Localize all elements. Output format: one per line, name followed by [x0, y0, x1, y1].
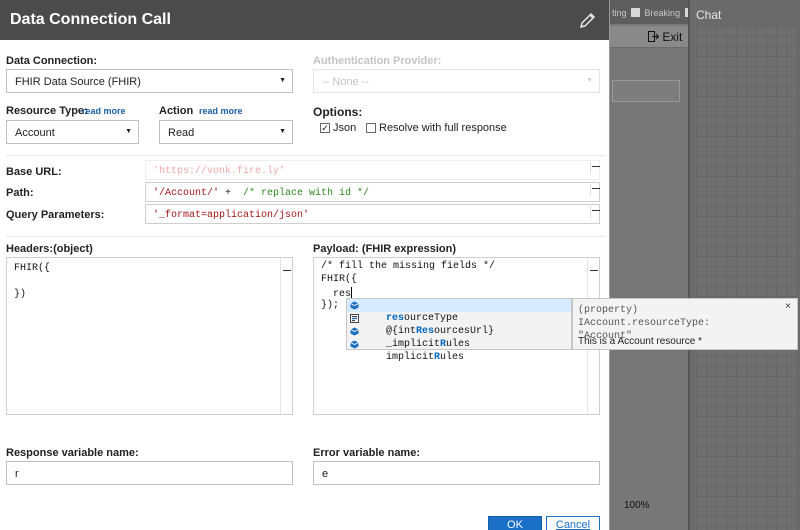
chevron-down-icon: ▼ [279, 77, 286, 84]
dialog-header: Data Connection Call [0, 0, 609, 40]
autocomplete-item[interactable]: resourceType [347, 299, 571, 324]
action-label: Action [159, 105, 194, 117]
dialog-title: Data Connection Call [10, 11, 171, 28]
item-rest: ules [440, 352, 465, 363]
resource-type-select[interactable]: Account ▼ [6, 120, 139, 144]
background-toggles: ting Breaking [612, 8, 696, 18]
action-value: Read [168, 127, 195, 139]
code-line: FHIR({ [14, 263, 51, 274]
response-var-input[interactable]: r [6, 461, 293, 485]
autocomplete-item[interactable]: implicitRules [347, 338, 571, 363]
action-select[interactable]: Read ▼ [159, 120, 293, 144]
code-line: FHIR({ [321, 274, 358, 285]
background-main [608, 48, 690, 530]
data-connection-value: FHIR Data Source (FHIR) [15, 76, 141, 88]
autocomplete-doc: This is a Account resource * [578, 336, 702, 347]
chat-canvas [696, 26, 796, 530]
field-icon [350, 301, 359, 310]
path-operator: + [219, 188, 244, 199]
error-var-input[interactable]: e [313, 461, 600, 485]
full-response-checkbox[interactable] [366, 123, 376, 133]
autocomplete-item[interactable]: @{intResourcesUrl} [347, 312, 571, 337]
zoom-level: 100% [624, 500, 650, 511]
query-params-value: '_format=application/json' [153, 210, 310, 221]
exit-button: Exit [648, 30, 682, 44]
chevron-down-icon: ▼ [279, 128, 286, 135]
query-params-label: Query Parameters: [6, 209, 105, 221]
json-checkbox[interactable]: ✓ [320, 123, 330, 133]
section-divider [6, 155, 604, 156]
options-label: Options: [313, 105, 363, 119]
background-field [612, 80, 680, 102]
chevron-down-icon: ▼ [586, 77, 593, 84]
auth-provider-select[interactable]: -- None -- ▼ [313, 69, 600, 93]
error-var-label: Error variable name: [313, 447, 420, 459]
headers-scrollbar[interactable] [280, 258, 292, 414]
chat-title: Chat [696, 8, 722, 22]
full-response-label: Resolve with full response [379, 122, 507, 134]
code-line: }); [321, 300, 340, 311]
data-connection-dialog: Data Connection Call Data Connection: FH… [0, 0, 610, 530]
section-divider [6, 236, 604, 237]
path-input[interactable]: '/Account/' + /* replace with id */ [145, 182, 600, 202]
base-url-label: Base URL: [6, 166, 62, 178]
close-icon[interactable]: × [785, 301, 791, 312]
response-var-value: r [15, 468, 19, 480]
auth-provider-value: -- None -- [322, 76, 370, 88]
headers-editor[interactable]: FHIR({ }) [6, 257, 293, 415]
exit-label: Exit [662, 30, 683, 44]
base-url-scrollbar[interactable] [590, 162, 600, 174]
autocomplete-details: (property) IAccount.resourceType: "Accou… [572, 298, 798, 350]
ok-button[interactable]: OK [488, 516, 542, 530]
base-url-value: 'https://vonk.fire.ly' [153, 166, 286, 177]
path-scrollbar[interactable] [590, 184, 600, 196]
resource-type-label: Resource Type: [6, 105, 88, 117]
base-url-input[interactable]: 'https://vonk.fire.ly' [145, 160, 600, 180]
response-var-label: Response variable name: [6, 447, 139, 459]
autocomplete-list: resourceType @{intResourcesUrl} _implici… [346, 298, 572, 363]
toggle-checkbox [631, 8, 641, 17]
toggle-label: Breaking [644, 8, 681, 18]
auth-provider-label: Authentication Provider: [313, 55, 442, 67]
error-var-value: e [322, 468, 329, 480]
action-read-more-link[interactable]: read more [199, 106, 243, 116]
field-icon [350, 340, 359, 349]
path-label: Path: [6, 187, 34, 199]
text-cursor [351, 287, 353, 298]
query-params-input[interactable]: '_format=application/json' [145, 204, 600, 224]
resource-type-read-more-link[interactable]: read more [82, 106, 126, 116]
headers-label: Headers:(object) [6, 243, 93, 255]
toggle-label: ting [612, 8, 627, 18]
exit-icon [648, 31, 660, 42]
cancel-button[interactable]: Cancel [546, 516, 600, 530]
code-line: }) [14, 289, 27, 300]
snippet-icon [350, 314, 359, 323]
item-prefix: implicit [386, 352, 435, 363]
path-comment: /* replace with id */ [243, 188, 370, 199]
data-connection-select[interactable]: FHIR Data Source (FHIR) ▼ [6, 69, 293, 93]
field-icon [350, 327, 359, 336]
path-string: '/Account/' [153, 188, 220, 199]
chevron-down-icon: ▼ [125, 128, 132, 135]
code-comment: /* fill the missing fields */ [321, 261, 496, 272]
data-connection-label: Data Connection: [6, 55, 98, 67]
json-label: Json [333, 122, 357, 134]
autocomplete-item[interactable]: _implicitRules [347, 325, 571, 350]
resource-type-value: Account [15, 127, 55, 139]
payload-label: Payload: (FHIR expression) [313, 243, 457, 255]
query-params-scrollbar[interactable] [590, 206, 600, 218]
edit-pencil-icon[interactable] [578, 10, 598, 30]
